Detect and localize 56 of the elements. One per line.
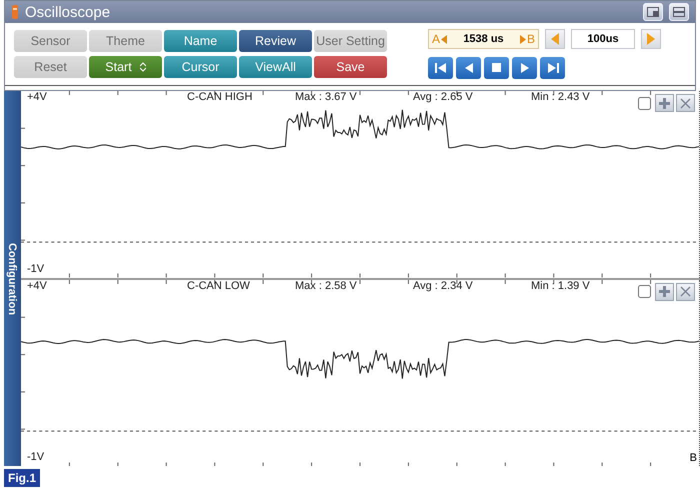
- channel-name: C-CAN HIGH: [187, 91, 254, 103]
- plus-icon: [659, 98, 670, 108]
- cursor-marker: B: [690, 452, 697, 464]
- window-icon: [647, 7, 659, 17]
- toolbar-button[interactable]: Review: [239, 30, 312, 52]
- play-icon: [520, 63, 530, 73]
- figure-caption: Fig.1: [4, 469, 40, 487]
- close-button[interactable]: [676, 282, 695, 300]
- spinner-icon: [140, 62, 146, 72]
- menu-button[interactable]: [669, 3, 689, 21]
- last-button[interactable]: [540, 57, 565, 79]
- channel-name: C-CAN LOW: [187, 280, 251, 292]
- toolbar-button[interactable]: Start: [89, 56, 162, 78]
- channel-checkbox[interactable]: [638, 285, 651, 298]
- timebase-field[interactable]: 100us: [571, 29, 635, 49]
- toolbar-button[interactable]: Save: [314, 56, 387, 78]
- restore-button[interactable]: [643, 3, 663, 21]
- cursor-b-label: B: [526, 32, 535, 46]
- scale-bottom-label: -1V: [27, 262, 44, 274]
- window-title: Oscilloscope: [25, 4, 110, 20]
- add-button[interactable]: [655, 94, 674, 112]
- skip-back-icon: [434, 63, 446, 73]
- previous-button[interactable]: [456, 57, 481, 79]
- close-button[interactable]: [676, 94, 695, 112]
- toolbar-button[interactable]: ViewAll: [239, 56, 312, 78]
- avg-reading: Avg : 2.34 V: [413, 280, 474, 292]
- play-back-icon: [464, 63, 474, 73]
- min-reading: Min : 2.43 V: [531, 91, 591, 103]
- max-reading: Max : 3.67 V: [295, 91, 358, 103]
- split-icon: [673, 7, 685, 17]
- stop-icon: [492, 63, 502, 73]
- close-icon: [680, 98, 691, 108]
- first-button[interactable]: [428, 57, 453, 79]
- toolbar-button[interactable]: Cursor: [164, 56, 237, 78]
- left-arrow-icon: [441, 34, 448, 44]
- close-icon: [680, 286, 691, 297]
- side-tab[interactable]: Configuration: [4, 91, 21, 466]
- toolbar-button[interactable]: Name: [164, 30, 237, 52]
- avg-reading: Avg : 2.65 V: [413, 91, 474, 103]
- scale-bottom-label: -1V: [27, 451, 44, 463]
- app-icon: [11, 4, 19, 20]
- stop-button[interactable]: [484, 57, 509, 79]
- left-triangle-icon: [551, 33, 559, 45]
- add-button[interactable]: [655, 282, 674, 300]
- scale-top-label: +4V: [27, 91, 48, 103]
- cursor-a-label: A: [432, 32, 440, 46]
- right-arrow-icon: [520, 34, 526, 44]
- scale-top-label: +4V: [27, 280, 48, 292]
- skip-forward-icon: [546, 63, 558, 73]
- channel-checkbox[interactable]: [638, 96, 651, 110]
- cursor-reading: 1538 us: [463, 33, 504, 45]
- right-triangle-icon: [647, 33, 655, 45]
- max-reading: Max : 2.58 V: [295, 280, 358, 292]
- next-button[interactable]: [512, 57, 537, 79]
- plus-icon: [659, 286, 670, 297]
- min-reading: Min : 1.39 V: [531, 280, 591, 292]
